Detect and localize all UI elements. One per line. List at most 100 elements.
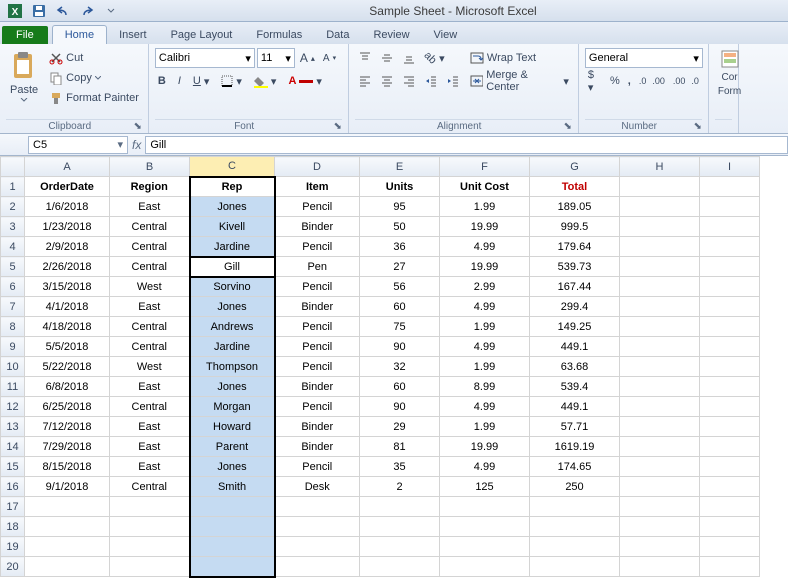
row-header-18[interactable]: 18 bbox=[1, 517, 25, 537]
row-header-5[interactable]: 5 bbox=[1, 257, 25, 277]
cell-A15[interactable]: 8/15/2018 bbox=[25, 457, 110, 477]
cell-G1[interactable]: Total bbox=[530, 177, 620, 197]
row-header-14[interactable]: 14 bbox=[1, 437, 25, 457]
row-header-17[interactable]: 17 bbox=[1, 497, 25, 517]
tab-formulas[interactable]: Formulas bbox=[244, 26, 314, 44]
align-top-button[interactable] bbox=[355, 48, 375, 68]
cell-G10[interactable]: 63.68 bbox=[530, 357, 620, 377]
cell-I11[interactable] bbox=[700, 377, 760, 397]
cell-C1[interactable]: Rep bbox=[190, 177, 275, 197]
cell-I2[interactable] bbox=[700, 197, 760, 217]
cell-F15[interactable]: 4.99 bbox=[440, 457, 530, 477]
decrease-indent-button[interactable] bbox=[421, 71, 441, 91]
cell-D20[interactable] bbox=[275, 557, 360, 577]
row-header-3[interactable]: 3 bbox=[1, 217, 25, 237]
cell-H1[interactable] bbox=[620, 177, 700, 197]
cell-G8[interactable]: 149.25 bbox=[530, 317, 620, 337]
cell-F4[interactable]: 4.99 bbox=[440, 237, 530, 257]
cell-G13[interactable]: 57.71 bbox=[530, 417, 620, 437]
fx-icon[interactable]: fx bbox=[132, 138, 141, 152]
cell-I8[interactable] bbox=[700, 317, 760, 337]
cell-C20[interactable] bbox=[190, 557, 275, 577]
cell-A13[interactable]: 7/12/2018 bbox=[25, 417, 110, 437]
cell-A5[interactable]: 2/26/2018 bbox=[25, 257, 110, 277]
cell-H2[interactable] bbox=[620, 197, 700, 217]
cell-C19[interactable] bbox=[190, 537, 275, 557]
col-header-F[interactable]: F bbox=[440, 157, 530, 177]
cell-B14[interactable]: East bbox=[110, 437, 190, 457]
cell-E13[interactable]: 29 bbox=[360, 417, 440, 437]
align-left-button[interactable] bbox=[355, 71, 375, 91]
cell-C5[interactable]: Gill bbox=[190, 257, 275, 277]
cell-C8[interactable]: Andrews bbox=[190, 317, 275, 337]
cell-B8[interactable]: Central bbox=[110, 317, 190, 337]
cell-A19[interactable] bbox=[25, 537, 110, 557]
cell-F10[interactable]: 1.99 bbox=[440, 357, 530, 377]
cell-B10[interactable]: West bbox=[110, 357, 190, 377]
cell-A6[interactable]: 3/15/2018 bbox=[25, 277, 110, 297]
tab-data[interactable]: Data bbox=[314, 26, 361, 44]
format-painter-button[interactable]: Format Painter bbox=[46, 88, 142, 108]
cell-D17[interactable] bbox=[275, 497, 360, 517]
cell-E4[interactable]: 36 bbox=[360, 237, 440, 257]
cell-C6[interactable]: Sorvino bbox=[190, 277, 275, 297]
cell-F19[interactable] bbox=[440, 537, 530, 557]
cell-C10[interactable]: Thompson bbox=[190, 357, 275, 377]
font-color-button[interactable]: A ▾ bbox=[285, 71, 324, 91]
row-header-16[interactable]: 16 bbox=[1, 477, 25, 497]
cell-G17[interactable] bbox=[530, 497, 620, 517]
cell-E9[interactable]: 90 bbox=[360, 337, 440, 357]
tab-file[interactable]: File bbox=[2, 26, 48, 44]
cell-F8[interactable]: 1.99 bbox=[440, 317, 530, 337]
font-size-combo[interactable]: 11▾ bbox=[257, 48, 295, 68]
cell-I16[interactable] bbox=[700, 477, 760, 497]
cell-B2[interactable]: East bbox=[110, 197, 190, 217]
cell-B9[interactable]: Central bbox=[110, 337, 190, 357]
row-header-11[interactable]: 11 bbox=[1, 377, 25, 397]
cell-E20[interactable] bbox=[360, 557, 440, 577]
cell-H7[interactable] bbox=[620, 297, 700, 317]
row-header-9[interactable]: 9 bbox=[1, 337, 25, 357]
cell-G20[interactable] bbox=[530, 557, 620, 577]
cell-A8[interactable]: 4/18/2018 bbox=[25, 317, 110, 337]
cell-E18[interactable] bbox=[360, 517, 440, 537]
decrease-decimal-button[interactable]: .00.0 bbox=[670, 71, 702, 91]
cell-B3[interactable]: Central bbox=[110, 217, 190, 237]
cell-H8[interactable] bbox=[620, 317, 700, 337]
row-header-19[interactable]: 19 bbox=[1, 537, 25, 557]
decrease-font-button[interactable]: A▾ bbox=[320, 48, 339, 68]
col-header-H[interactable]: H bbox=[620, 157, 700, 177]
cell-C13[interactable]: Howard bbox=[190, 417, 275, 437]
cell-H18[interactable] bbox=[620, 517, 700, 537]
cell-I5[interactable] bbox=[700, 257, 760, 277]
accounting-format-button[interactable]: $ ▾ bbox=[585, 71, 605, 91]
cell-I12[interactable] bbox=[700, 397, 760, 417]
row-header-2[interactable]: 2 bbox=[1, 197, 25, 217]
align-middle-button[interactable] bbox=[377, 48, 397, 68]
cell-B16[interactable]: Central bbox=[110, 477, 190, 497]
cell-G19[interactable] bbox=[530, 537, 620, 557]
cell-C3[interactable]: Kivell bbox=[190, 217, 275, 237]
cell-A17[interactable] bbox=[25, 497, 110, 517]
cell-F12[interactable]: 4.99 bbox=[440, 397, 530, 417]
cell-C9[interactable]: Jardine bbox=[190, 337, 275, 357]
cell-B15[interactable]: East bbox=[110, 457, 190, 477]
cell-H3[interactable] bbox=[620, 217, 700, 237]
cut-button[interactable]: Cut bbox=[46, 48, 142, 68]
name-box[interactable]: C5▾ bbox=[28, 136, 128, 154]
cell-A4[interactable]: 2/9/2018 bbox=[25, 237, 110, 257]
cell-D10[interactable]: Pencil bbox=[275, 357, 360, 377]
col-header-C[interactable]: C bbox=[190, 157, 275, 177]
cell-C16[interactable]: Smith bbox=[190, 477, 275, 497]
cell-D11[interactable]: Binder bbox=[275, 377, 360, 397]
cell-F1[interactable]: Unit Cost bbox=[440, 177, 530, 197]
cell-E12[interactable]: 90 bbox=[360, 397, 440, 417]
cell-G6[interactable]: 167.44 bbox=[530, 277, 620, 297]
cell-B19[interactable] bbox=[110, 537, 190, 557]
cell-H17[interactable] bbox=[620, 497, 700, 517]
bold-button[interactable]: B bbox=[155, 71, 169, 91]
cell-A16[interactable]: 9/1/2018 bbox=[25, 477, 110, 497]
tab-home[interactable]: Home bbox=[52, 25, 107, 44]
cell-B5[interactable]: Central bbox=[110, 257, 190, 277]
cell-C7[interactable]: Jones bbox=[190, 297, 275, 317]
